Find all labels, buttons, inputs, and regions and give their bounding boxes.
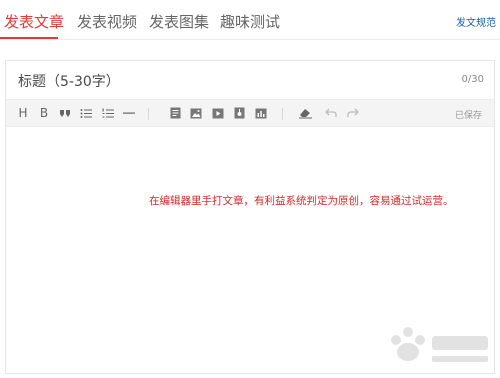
title-row: 标题（5-30字） 0/30 bbox=[6, 61, 494, 99]
watermark-logo bbox=[391, 327, 488, 362]
quote-icon[interactable] bbox=[58, 106, 72, 120]
heading-icon[interactable]: H bbox=[16, 106, 30, 120]
tab-video[interactable]: 发表视频 bbox=[77, 11, 137, 32]
toolbar-separator bbox=[148, 108, 149, 120]
toolbar-separator bbox=[282, 108, 283, 120]
horizontal-rule-icon[interactable] bbox=[122, 106, 136, 120]
publish-tabs: 发表文章 发表视频 发表图集 趣味测试 发文规范 bbox=[0, 0, 500, 40]
audio-icon[interactable] bbox=[232, 106, 246, 120]
annotation-note: 在编辑器里手打文章，有利益系统判定为原创，容易通过试运营。 bbox=[149, 195, 454, 207]
numbered-list-icon[interactable] bbox=[101, 106, 115, 120]
title-char-count: 0/30 bbox=[461, 74, 484, 85]
bold-icon[interactable]: B bbox=[37, 106, 51, 120]
publishing-rules-link[interactable]: 发文规范 bbox=[456, 14, 496, 29]
active-tab-indicator bbox=[0, 37, 58, 39]
video-icon[interactable] bbox=[211, 106, 225, 120]
redo-icon[interactable] bbox=[346, 106, 360, 120]
document-icon[interactable] bbox=[168, 106, 182, 120]
tab-quiz[interactable]: 趣味测试 bbox=[220, 11, 280, 32]
chart-icon[interactable] bbox=[254, 106, 268, 120]
title-input[interactable]: 标题（5-30字） bbox=[18, 71, 120, 91]
undo-icon[interactable] bbox=[324, 106, 338, 120]
tab-gallery[interactable]: 发表图集 bbox=[149, 11, 209, 32]
bullet-list-icon[interactable] bbox=[79, 106, 93, 120]
tab-article[interactable]: 发表文章 bbox=[4, 11, 64, 32]
eraser-icon[interactable] bbox=[298, 106, 312, 120]
saved-status: 已保存 bbox=[454, 111, 482, 121]
editor-toolbar: H B 已保存 bbox=[6, 99, 494, 127]
image-icon[interactable] bbox=[189, 106, 203, 120]
